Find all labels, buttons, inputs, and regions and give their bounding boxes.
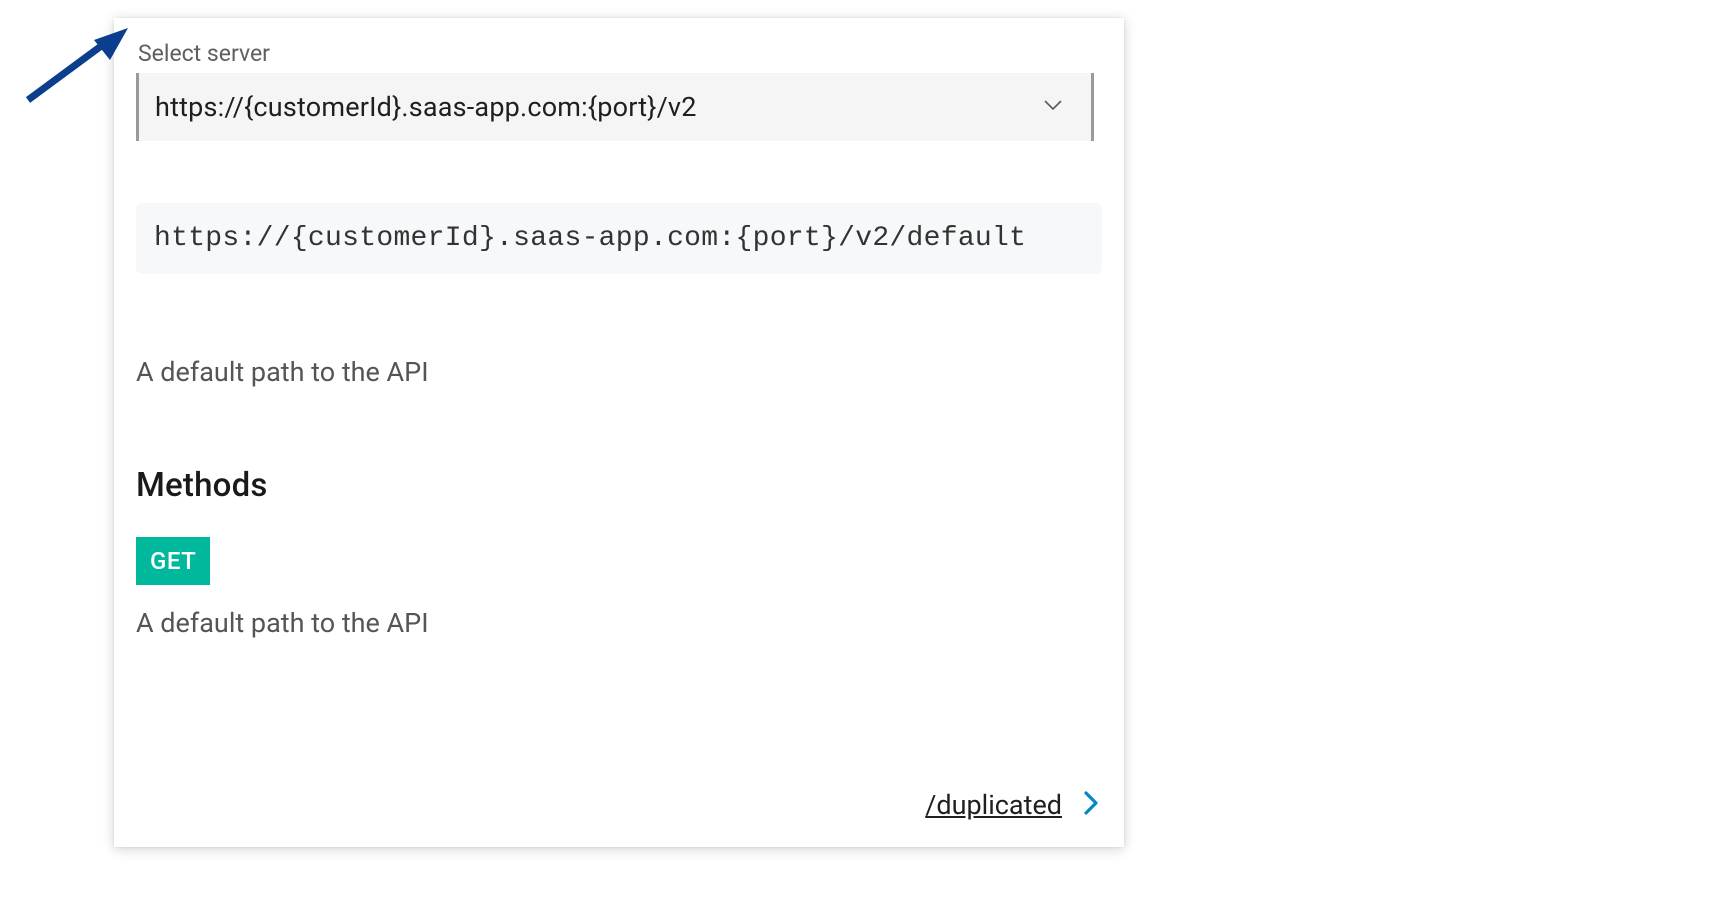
chevron-right-icon[interactable] [1082,789,1100,821]
resolved-url-display: https://{customerId}.saas-app.com:{port}… [136,203,1102,274]
api-endpoint-card: Select server https://{customerId}.saas-… [114,18,1124,847]
endpoint-description: A default path to the API [136,356,1102,388]
method-description: A default path to the API [136,607,1102,639]
next-endpoint-link[interactable]: /duplicated [925,789,1062,821]
http-method-badge-get[interactable]: GET [136,537,210,585]
methods-heading: Methods [136,466,1102,505]
chevron-down-icon [1041,93,1065,121]
server-select-dropdown[interactable]: https://{customerId}.saas-app.com:{port}… [136,73,1094,141]
select-server-label: Select server [138,40,1102,67]
server-select-value: https://{customerId}.saas-app.com:{port}… [155,91,697,123]
pointer-arrow-annotation [20,28,130,112]
footer-nav-row: /duplicated [136,789,1102,821]
